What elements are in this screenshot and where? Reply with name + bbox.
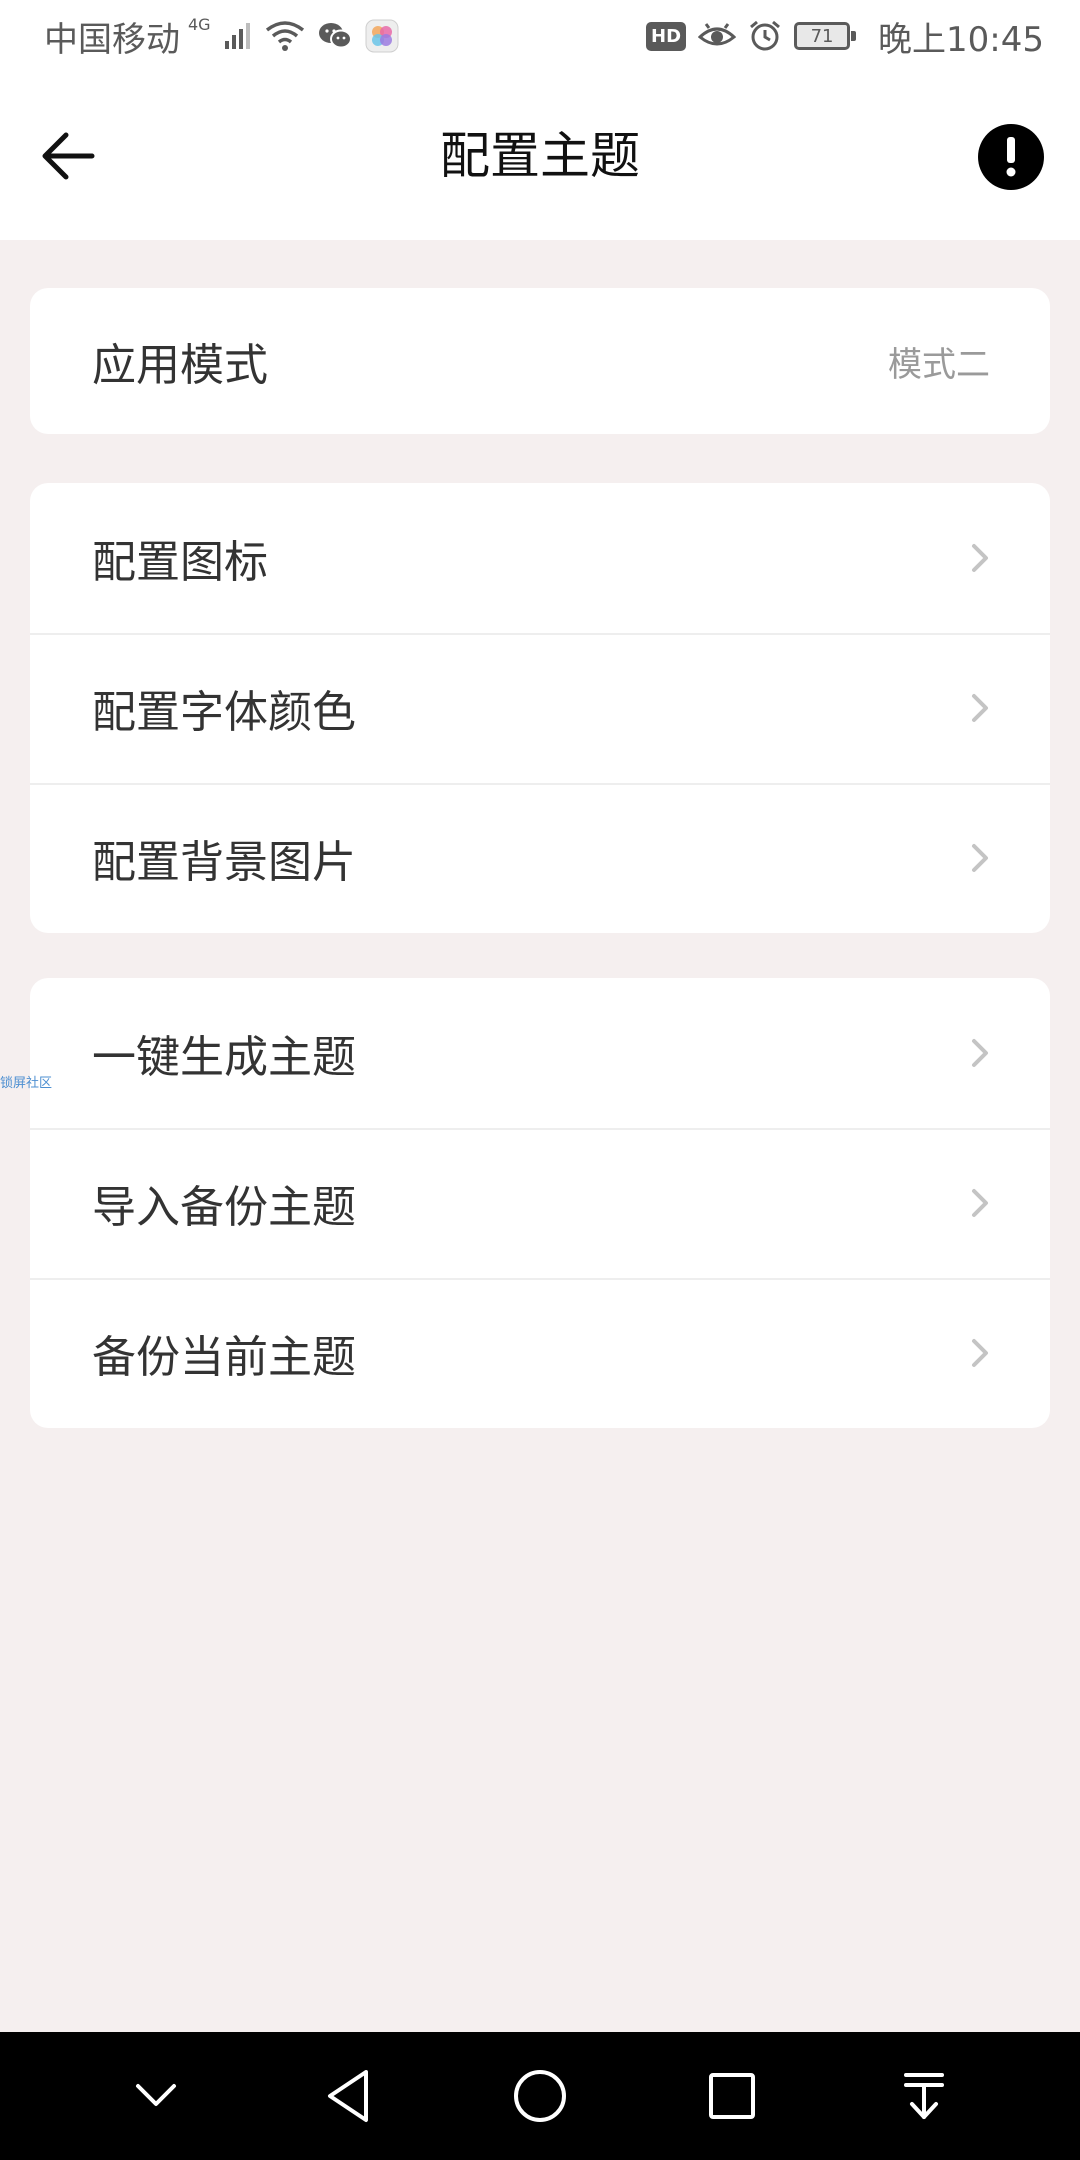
chevron-right-icon	[970, 842, 990, 874]
config-background-label: 配置背景图片	[92, 837, 356, 888]
nav-recents-button[interactable]	[687, 2051, 777, 2141]
nav-home-button[interactable]	[495, 2051, 585, 2141]
app-bar: 配置主题	[0, 72, 1080, 240]
status-right: HD 71 晚上10:45	[646, 12, 1044, 61]
network-type-label: 4G	[188, 14, 211, 34]
app-mode-value: 模式二	[888, 344, 990, 385]
navigation-bar	[0, 2032, 1080, 2160]
watermark-label: 锁屏社区	[0, 1076, 53, 1091]
status-left: 中国移动 4G	[44, 12, 399, 61]
eye-icon	[698, 21, 737, 51]
app-mode-row[interactable]: 应用模式 模式二	[30, 288, 1050, 434]
nav-hide-button[interactable]	[111, 2051, 201, 2141]
app-mode-label: 应用模式	[92, 340, 268, 391]
chevron-right-icon	[970, 692, 990, 724]
signal-icon	[223, 21, 253, 51]
alarm-icon	[748, 19, 782, 53]
app-notification-icon	[365, 19, 399, 53]
square-recents-icon	[709, 2073, 755, 2119]
config-font-color-row[interactable]: 配置字体颜色	[30, 633, 1050, 783]
config-font-color-label: 配置字体颜色	[92, 687, 356, 738]
nav-back-button[interactable]	[303, 2051, 393, 2141]
generate-theme-label: 一键生成主题	[92, 1032, 356, 1083]
wifi-icon	[265, 20, 305, 52]
info-button[interactable]	[978, 124, 1044, 190]
chevron-right-icon	[970, 542, 990, 574]
nav-notification-button[interactable]	[879, 2051, 969, 2141]
theme-card: 一键生成主题 导入备份主题 备份当前主题	[30, 978, 1050, 1428]
triangle-back-icon	[328, 2070, 368, 2122]
import-backup-row[interactable]: 导入备份主题	[30, 1128, 1050, 1278]
circle-home-icon	[514, 2070, 566, 2122]
hd-badge: HD	[646, 21, 687, 51]
chevron-right-icon	[970, 1037, 990, 1069]
chevron-down-icon	[136, 2084, 176, 2106]
carrier-label: 中国移动	[44, 19, 180, 60]
exclamation-icon	[1006, 137, 1016, 177]
clock-label: 晚上10:45	[878, 19, 1044, 60]
battery-indicator: 71	[794, 22, 857, 50]
chevron-right-icon	[970, 1337, 990, 1369]
generate-theme-row[interactable]: 一键生成主题	[30, 978, 1050, 1128]
chevron-right-icon	[970, 1187, 990, 1219]
config-card: 配置图标 配置字体颜色 配置背景图片	[30, 483, 1050, 933]
pull-down-icon	[904, 2073, 944, 2119]
wechat-icon	[317, 20, 353, 52]
config-icon-label: 配置图标	[92, 537, 268, 588]
config-background-row[interactable]: 配置背景图片	[30, 783, 1050, 933]
page-title: 配置主题	[440, 127, 640, 185]
config-icon-row[interactable]: 配置图标	[30, 483, 1050, 633]
status-bar: 中国移动 4G HD 71 晚上10:45	[0, 0, 1080, 72]
import-backup-label: 导入备份主题	[92, 1182, 356, 1233]
backup-current-row[interactable]: 备份当前主题	[30, 1278, 1050, 1428]
mode-card: 应用模式 模式二	[30, 288, 1050, 434]
backup-current-label: 备份当前主题	[92, 1332, 356, 1383]
